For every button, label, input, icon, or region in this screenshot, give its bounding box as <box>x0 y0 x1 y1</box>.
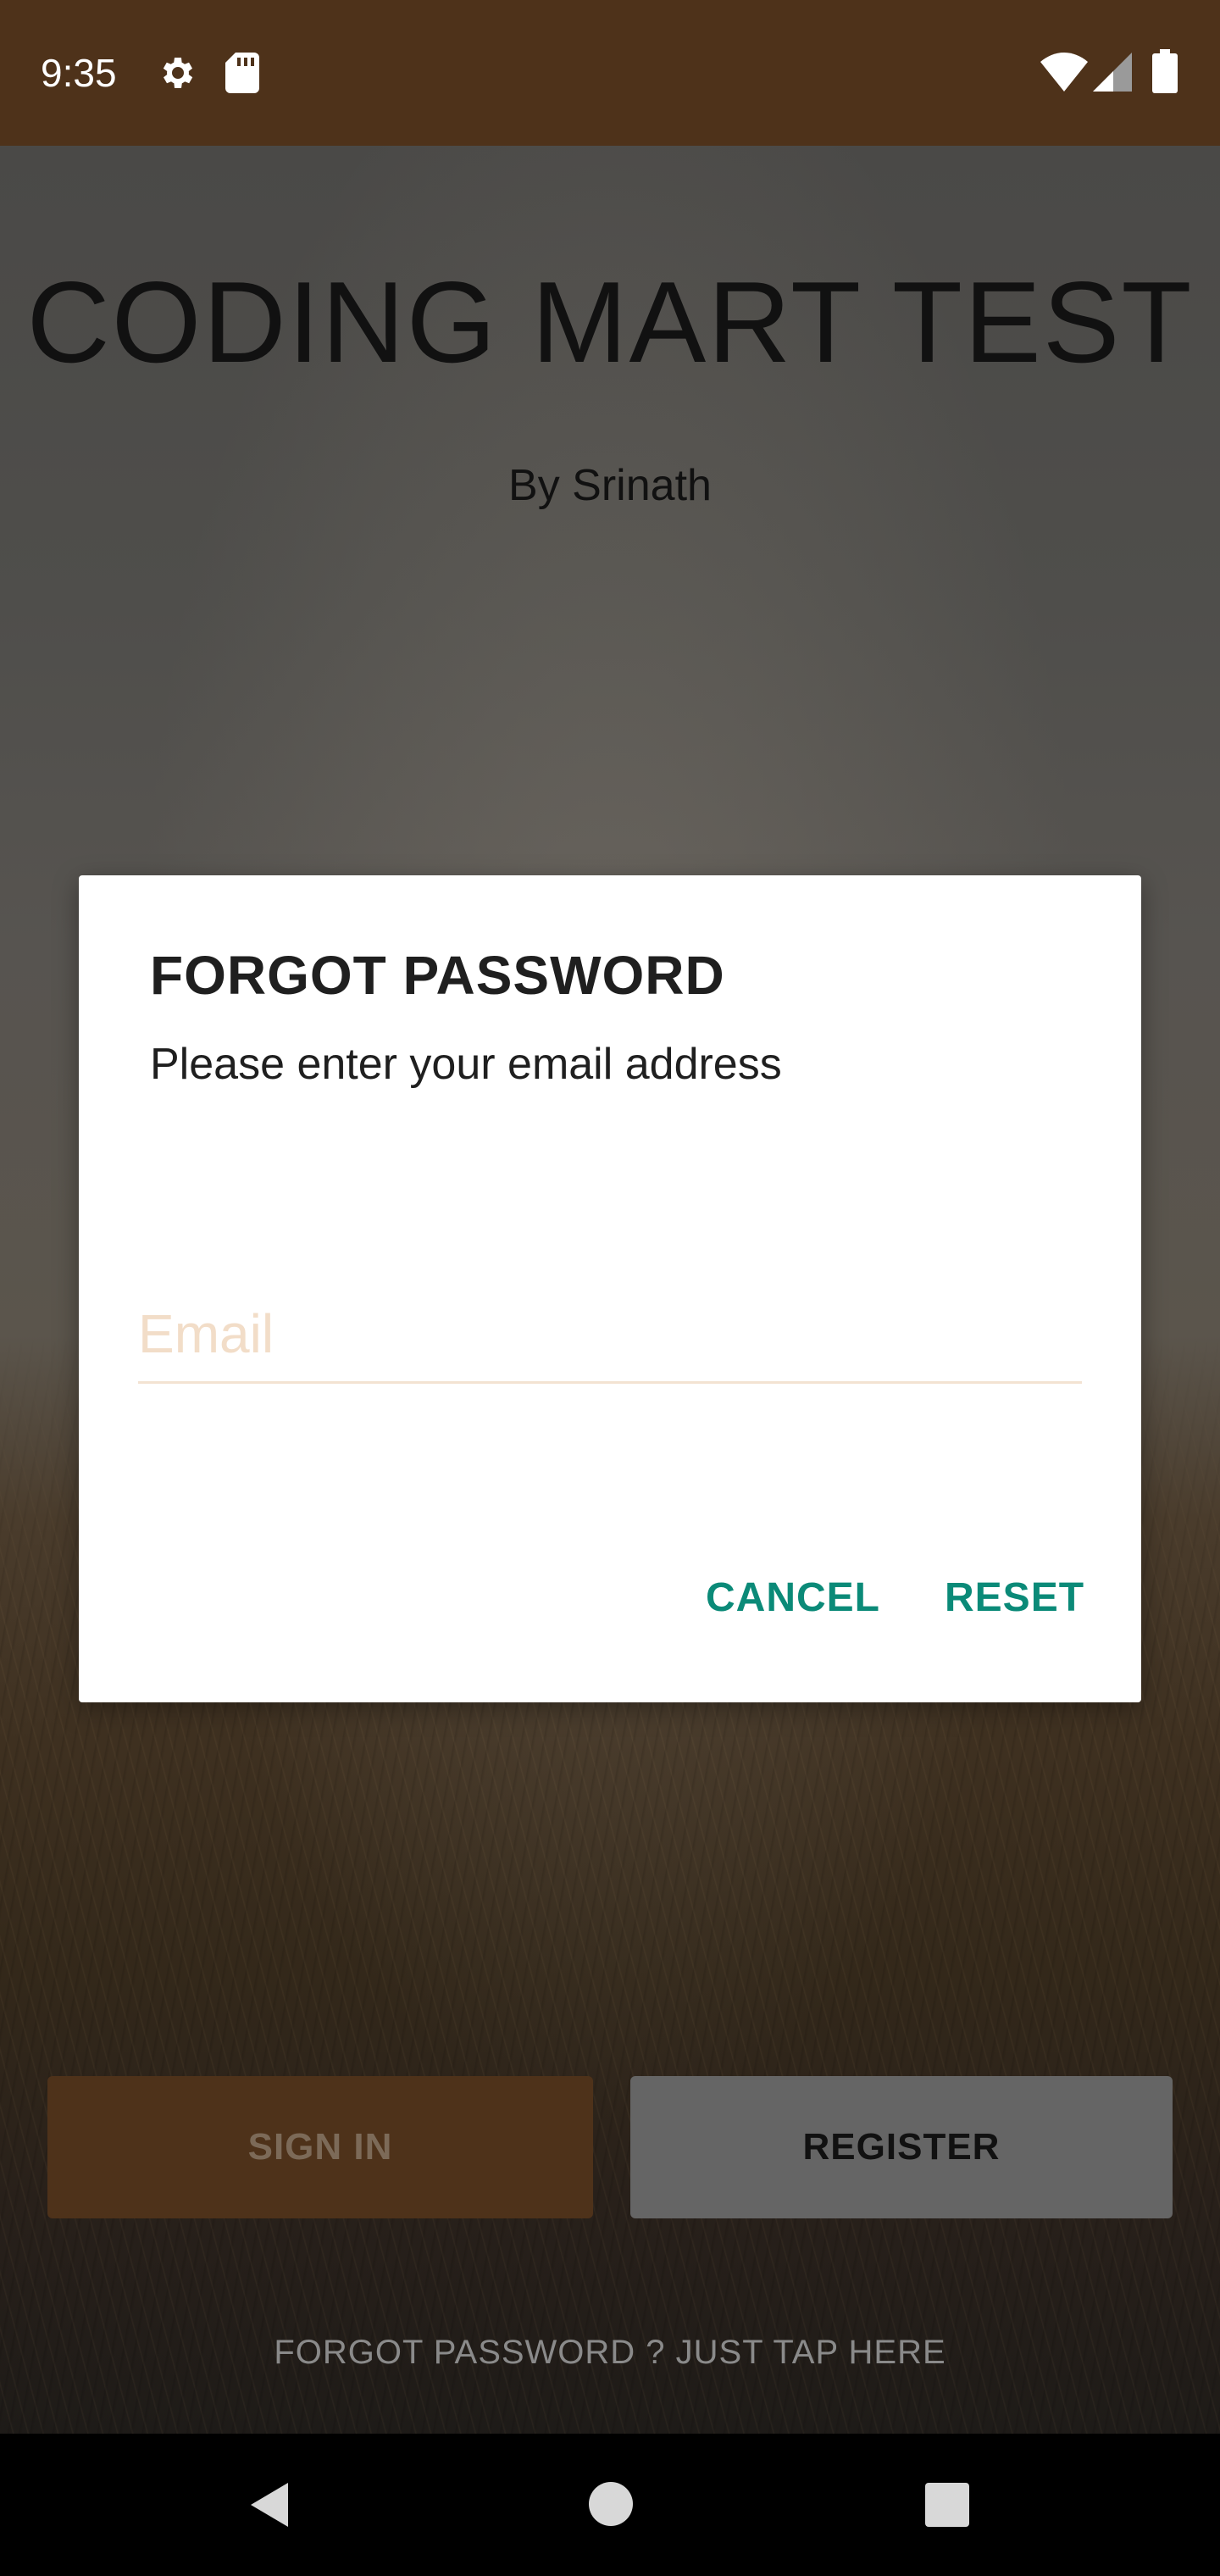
home-icon[interactable] <box>588 2481 634 2527</box>
cell-signal-icon <box>1093 53 1132 92</box>
status-time: 9:35 <box>41 51 117 95</box>
dialog-title: FORGOT PASSWORD <box>150 945 725 1006</box>
sd-card-icon <box>225 53 259 93</box>
recents-icon[interactable] <box>925 2483 969 2527</box>
wifi-icon <box>1040 53 1088 92</box>
status-bar: 9:35 <box>0 0 1220 146</box>
gear-icon <box>163 58 193 88</box>
screen: 9:35 CODING MART TEST By Srinath SIGN IN… <box>0 0 1220 2576</box>
reset-button[interactable]: RESET <box>945 1568 1084 1628</box>
email-input[interactable] <box>138 1291 1082 1384</box>
forgot-password-dialog: FORGOT PASSWORD Please enter your email … <box>79 875 1141 1702</box>
cancel-button[interactable]: CANCEL <box>706 1568 880 1628</box>
back-icon[interactable] <box>244 2479 295 2530</box>
battery-icon <box>1152 49 1178 93</box>
dialog-message: Please enter your email address <box>150 1040 782 1089</box>
